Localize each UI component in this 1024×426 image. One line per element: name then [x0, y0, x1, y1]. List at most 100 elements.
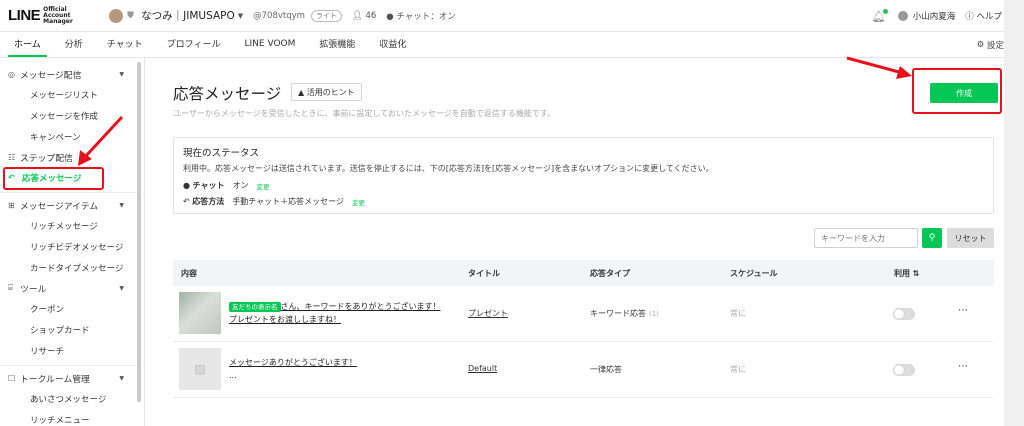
tab-monetization[interactable]: 収益化: [373, 32, 412, 57]
sidebar-item-card-type-message[interactable]: カードタイプメッセージ: [0, 257, 144, 278]
message-content[interactable]: 友だちの表示名 さん、キーワードをありがとうございます！ プレゼントをお渡しします…: [229, 300, 441, 326]
help-link[interactable]: ⓘ ヘルプ: [965, 10, 1002, 22]
sidebar-section-label: メッセージ配信: [20, 70, 82, 81]
sidebar-section-label: ツール: [20, 284, 47, 295]
sidebar-item-rich-video-message[interactable]: リッチビデオメッセージ: [0, 236, 144, 257]
chevron-down-icon: ▼: [119, 201, 124, 209]
search-button[interactable]: ⚲: [922, 228, 942, 248]
sidebar-item-rich-menu[interactable]: リッチメニュー: [0, 409, 144, 426]
top-bar: LINE Official Account Manager ⛊ なつみ｜JIMU…: [0, 0, 1004, 32]
sidebar-item-research[interactable]: リサーチ: [0, 340, 144, 361]
sidebar-item-rich-message[interactable]: リッチメッセージ: [0, 215, 144, 236]
column-header-title: タイトル: [468, 268, 500, 278]
column-header-enabled[interactable]: 利用 ⇅: [894, 268, 920, 279]
bell-icon[interactable]: 🔔︎: [872, 8, 888, 23]
chat-bubble-icon: ●: [183, 181, 193, 190]
status-chat-row: ● チャット オン 変更: [183, 180, 984, 191]
table-row[interactable]: 友だちの表示名 さん、キーワードをありがとうございます！ プレゼントをお渡しします…: [173, 286, 994, 342]
user-name[interactable]: 小山内夏海: [913, 10, 956, 22]
row-title-link[interactable]: プレゼント: [468, 308, 508, 319]
user-avatar[interactable]: [897, 11, 908, 21]
tab-chat[interactable]: チャット: [101, 32, 149, 57]
sidebar-section-chatroom[interactable]: ☐ トークルーム管理 ▼: [0, 368, 144, 388]
logo-subtext: Official Account Manager: [43, 5, 73, 25]
column-header-schedule: スケジュール: [730, 268, 778, 278]
sidebar-section-message-delivery[interactable]: ◎ メッセージ配信 ▼: [0, 64, 144, 84]
more-options-icon[interactable]: ⋯: [958, 361, 968, 372]
row-schedule: 常に: [730, 309, 746, 318]
change-method-link[interactable]: 変更: [352, 197, 365, 207]
outer-background: [1004, 0, 1024, 426]
keyword-search-input[interactable]: [814, 228, 918, 248]
sidebar-scrollbar[interactable]: [137, 62, 141, 402]
store-icon: ⌸: [8, 283, 13, 292]
account-avatar[interactable]: [109, 8, 124, 23]
chevron-down-icon: ▼: [119, 70, 124, 78]
steps-icon: ☷: [8, 152, 16, 162]
sidebar-section-label: メッセージアイテム: [20, 201, 99, 212]
tab-analytics[interactable]: 分析: [59, 32, 89, 57]
annotation-arrow-sidebar: [78, 115, 124, 166]
content-line-1: さん、キーワードをありがとうございます！: [280, 302, 441, 311]
chevron-down-icon[interactable]: ▼: [238, 12, 243, 20]
tab-extensions[interactable]: 拡張機能: [313, 32, 361, 57]
hint-button[interactable]: ▲ 活用のヒント: [291, 83, 362, 101]
status-method-label: 応答方法: [192, 197, 225, 206]
page-description: ユーザーからメッセージを受信したときに、事前に設定しておいたメッセージを自動で返…: [173, 109, 555, 118]
highlight-box-create: [912, 68, 1002, 114]
row-schedule: 常に: [730, 365, 746, 374]
change-chat-link[interactable]: 変更: [256, 181, 269, 191]
chevron-down-icon: ▼: [119, 284, 124, 292]
row-keyword-count: (1): [649, 310, 659, 318]
plan-badge: ライト: [310, 9, 342, 22]
graduation-cap-icon: ▲: [298, 87, 305, 97]
help-icon: ⓘ: [965, 12, 974, 22]
sidebar-item-message-list[interactable]: メッセージリスト: [0, 84, 144, 105]
broadcast-icon: ◎: [8, 69, 15, 79]
plus-square-icon: ⊞: [8, 200, 15, 210]
auto-reply-table: 内容 タイトル 応答タイプ スケジュール 利用 ⇅ 友だちの表示名 さん、キーワー…: [173, 260, 994, 398]
person-icon: 👤︎: [351, 10, 363, 21]
line-logo[interactable]: LINE Official Account Manager: [8, 5, 95, 25]
enabled-header-label: 利用: [894, 268, 910, 278]
friends-count: 👤︎ 46: [352, 11, 376, 21]
row-type: キーワード応答 (1): [590, 308, 659, 319]
row-type: 一律応答: [590, 365, 622, 374]
sidebar-item-shop-card[interactable]: ショップカード: [0, 319, 144, 340]
chat-status-text: チャット：オン: [396, 11, 456, 22]
tab-profile[interactable]: プロフィール: [161, 32, 227, 57]
sidebar-item-greeting-message[interactable]: あいさつメッセージ: [0, 388, 144, 409]
chatroom-icon: ☐: [8, 373, 16, 383]
sidebar-section-tools[interactable]: ⌸ ツール ▼: [0, 278, 144, 298]
enable-toggle[interactable]: [893, 364, 915, 376]
friend-name-tag: 友だちの表示名: [229, 302, 281, 312]
more-options-icon[interactable]: ⋯: [958, 305, 968, 316]
status-chat-label: チャット: [192, 181, 225, 190]
content-line-2: ...: [229, 371, 237, 380]
settings-label: 設定: [986, 41, 1004, 51]
chevron-down-icon: ▼: [119, 374, 124, 382]
row-title-link[interactable]: Default: [468, 364, 497, 373]
message-content[interactable]: メッセージありがとうございます！ ...: [229, 356, 357, 382]
settings-link[interactable]: ⚙ 設定: [977, 32, 1004, 58]
status-title: 現在のステータス: [183, 148, 260, 159]
sort-icon: ⇅: [912, 268, 920, 278]
tab-home[interactable]: ホーム: [8, 32, 47, 57]
message-thumbnail: [179, 292, 221, 334]
friends-count-value: 46: [365, 10, 377, 21]
sidebar-section-message-items[interactable]: ⊞ メッセージアイテム ▼: [0, 195, 144, 215]
reply-icon: ↶: [183, 197, 193, 206]
notification-dot: [882, 8, 888, 14]
account-name[interactable]: なつみ｜JIMUSAPO: [141, 8, 235, 23]
enable-toggle[interactable]: [893, 308, 915, 320]
reset-button[interactable]: リセット: [947, 228, 994, 248]
help-label: ヘルプ: [976, 12, 1002, 22]
chat-status[interactable]: ● チャット：オン: [386, 10, 456, 22]
tab-line-voom[interactable]: LINE VOOM: [239, 32, 302, 57]
table-header: 内容 タイトル 応答タイプ スケジュール 利用 ⇅: [173, 260, 994, 286]
column-header-content: 内容: [181, 268, 197, 278]
app-window: LINE Official Account Manager ⛊ なつみ｜JIMU…: [0, 0, 1004, 426]
sidebar-item-coupon[interactable]: クーポン: [0, 298, 144, 319]
logo-text: LINE: [8, 7, 41, 24]
table-row[interactable]: ▨ メッセージありがとうございます！ ... Default 一律応答 常に ⋯: [173, 342, 994, 398]
